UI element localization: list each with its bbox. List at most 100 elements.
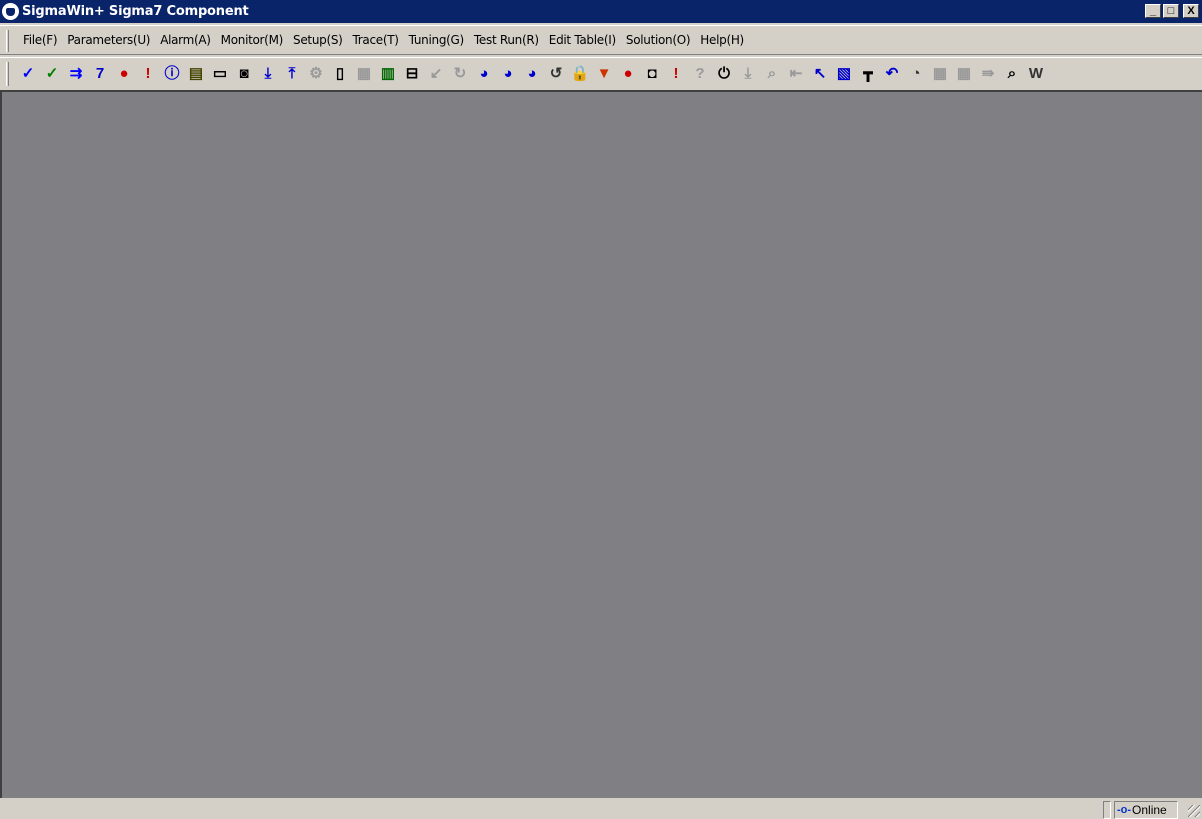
alarm-display-icon: ● — [119, 64, 129, 82]
toolbar-button-monitor[interactable]: ▤ — [184, 63, 208, 85]
toolbar-button-download[interactable]: ⤓ — [256, 63, 280, 85]
toolbar-button-upload[interactable]: ⤒ — [280, 63, 304, 85]
toolbar-button-origin-search[interactable]: ◙ — [232, 63, 256, 85]
menu-setup[interactable]: Setup(S) — [288, 33, 348, 47]
toolbar-button-grid-transfer-disabled[interactable]: ⇛ — [976, 63, 1000, 85]
toolbar-button-ruler-disabled[interactable]: ⇤ — [784, 63, 808, 85]
table-icon: ┳ — [863, 64, 873, 82]
connection-status-text: Online — [1132, 803, 1167, 817]
toolbar-button-product-info[interactable]: ⓘ — [160, 63, 184, 85]
toolbar-button-scale-disabled[interactable]: ⤓ — [736, 63, 760, 85]
title-bar: SigmaWin+ Sigma7 Component _ □ X — [0, 0, 1202, 23]
toolbar-button-parameter-check[interactable]: ✓ — [16, 63, 40, 85]
toolbar-button-zoom[interactable]: ⌕ — [1000, 63, 1024, 85]
parameter-write-icon: 7 — [95, 64, 105, 82]
toolbar-button-life-monitor[interactable]: ! — [664, 63, 688, 85]
toolbar-button-tuning-advanced[interactable]: ◕ — [472, 63, 496, 85]
parameter-edit-icon: ✓ — [45, 64, 59, 82]
grid2-disabled-icon: ▦ — [956, 64, 972, 82]
life-monitor-icon: ! — [673, 64, 679, 82]
toolbar-grip[interactable] — [6, 62, 9, 86]
rotate-icon: ↶ — [885, 64, 899, 82]
toolbar-button-chart[interactable]: W — [1024, 63, 1048, 85]
menu-bar: File(F) Parameters(U) Alarm(A) Monitor(M) Se… — [0, 25, 1202, 55]
toolbar-button-tuning-custom[interactable]: ◕ — [520, 63, 544, 85]
menu-alarm[interactable]: Alarm(A) — [155, 33, 215, 47]
toolbar-button-trace-meter[interactable]: ▥ — [376, 63, 400, 85]
window-title: SigmaWin+ Sigma7 Component — [22, 4, 249, 19]
origin-search-icon: ◙ — [239, 64, 249, 82]
toolbar-button-tuning-one-param[interactable]: ◕ — [496, 63, 520, 85]
toolbar-button-disabled-info[interactable]: ? — [688, 63, 712, 85]
trace-signal-icon: ⊟ — [405, 64, 419, 82]
trace-meter-icon: ▥ — [380, 64, 396, 82]
vibration-icon: ▼ — [596, 64, 612, 82]
toolbar-button-parameter-write[interactable]: 7 — [88, 63, 112, 85]
menu-file[interactable]: File(F) — [18, 33, 62, 47]
toolbar-button-rotate[interactable]: ↶ — [880, 63, 904, 85]
waveform-icon: ▧ — [836, 64, 852, 82]
tuning-advanced-icon: ◕ — [479, 64, 489, 82]
menu-trace[interactable]: Trace(T) — [348, 33, 404, 47]
tuning-one-param-icon: ◕ — [503, 64, 513, 82]
toolbar-button-trace-disabled[interactable]: ↙ — [424, 63, 448, 85]
jog-icon: ↺ — [549, 64, 563, 82]
parameter-transfer-icon: ⇉ — [69, 64, 83, 82]
inspection-icon: ◘ — [647, 64, 657, 82]
alarm-reset-icon: ● — [623, 64, 633, 82]
monitor-panel-icon: ▭ — [212, 64, 228, 82]
tuning-custom-icon: ◕ — [527, 64, 537, 82]
toolbar-button-power[interactable]: ⏻ — [712, 63, 736, 85]
toolbar-button-tuning-disabled[interactable]: ↻ — [448, 63, 472, 85]
resize-grip[interactable] — [1188, 805, 1200, 817]
connection-icon: -o- — [1117, 804, 1132, 816]
toolbar-button-setup-gear[interactable]: ⚙ — [304, 63, 328, 85]
toolbar-button-alarm-trace[interactable]: ! — [136, 63, 160, 85]
toolbar-button-parameter-transfer[interactable]: ⇉ — [64, 63, 88, 85]
toolbar-button-alarm-display[interactable]: ● — [112, 63, 136, 85]
maximize-button[interactable]: □ — [1163, 4, 1179, 18]
menu-parameters[interactable]: Parameters(U) — [62, 33, 155, 47]
menu-tuning[interactable]: Tuning(G) — [404, 33, 469, 47]
toolbar-button-lock[interactable]: 🔒 — [568, 63, 592, 85]
toolbar-button-alarm-reset[interactable]: ● — [616, 63, 640, 85]
toolbar-button-waveform[interactable]: ▧ — [832, 63, 856, 85]
toolbar-button-monitor-panel[interactable]: ▭ — [208, 63, 232, 85]
toolbar-button-jog[interactable]: ↺ — [544, 63, 568, 85]
menu-monitor[interactable]: Monitor(M) — [216, 33, 288, 47]
app-icon[interactable] — [2, 3, 19, 20]
toolbar-button-io[interactable]: ▯ — [328, 63, 352, 85]
monitor-icon: ▤ — [188, 64, 204, 82]
toolbar-button-search-disabled[interactable]: ⌕ — [760, 63, 784, 85]
tuning-disabled-icon: ↻ — [453, 64, 467, 82]
menu-edit-table[interactable]: Edit Table(I) — [544, 33, 621, 47]
power-icon: ⏻ — [718, 64, 730, 82]
grid-disabled-icon: ▦ — [932, 64, 948, 82]
toolbar-button-grid2-disabled[interactable]: ▦ — [952, 63, 976, 85]
menu-solution[interactable]: Solution(O) — [621, 33, 695, 47]
toolbar-button-motor[interactable]: ◔ — [904, 63, 928, 85]
io-disabled-icon: ▦ — [356, 64, 372, 82]
toolbar-button-motion[interactable]: ↖ — [808, 63, 832, 85]
lock-icon: 🔒 — [570, 64, 590, 82]
menu-test-run[interactable]: Test Run(R) — [469, 33, 544, 47]
toolbar-button-table[interactable]: ┳ — [856, 63, 880, 85]
toolbar-button-io-disabled[interactable]: ▦ — [352, 63, 376, 85]
connection-status: -o- Online — [1114, 801, 1178, 819]
toolbar-button-grid-disabled[interactable]: ▦ — [928, 63, 952, 85]
menu-grip[interactable] — [6, 30, 9, 52]
workspace-area — [0, 90, 1202, 798]
upload-icon: ⤒ — [288, 64, 296, 82]
menu-help[interactable]: Help(H) — [695, 33, 749, 47]
toolbar-button-inspection[interactable]: ◘ — [640, 63, 664, 85]
motor-icon: ◔ — [911, 64, 921, 82]
toolbar-button-trace-signal[interactable]: ⊟ — [400, 63, 424, 85]
alarm-trace-icon: ! — [145, 64, 151, 82]
toolbar-button-parameter-edit[interactable]: ✓ — [40, 63, 64, 85]
grid-transfer-disabled-icon: ⇛ — [981, 64, 995, 82]
disabled-info-icon: ? — [695, 64, 705, 82]
zoom-icon: ⌕ — [1007, 64, 1017, 82]
close-button[interactable]: X — [1183, 4, 1199, 18]
toolbar-button-vibration[interactable]: ▼ — [592, 63, 616, 85]
minimize-button[interactable]: _ — [1145, 4, 1161, 18]
